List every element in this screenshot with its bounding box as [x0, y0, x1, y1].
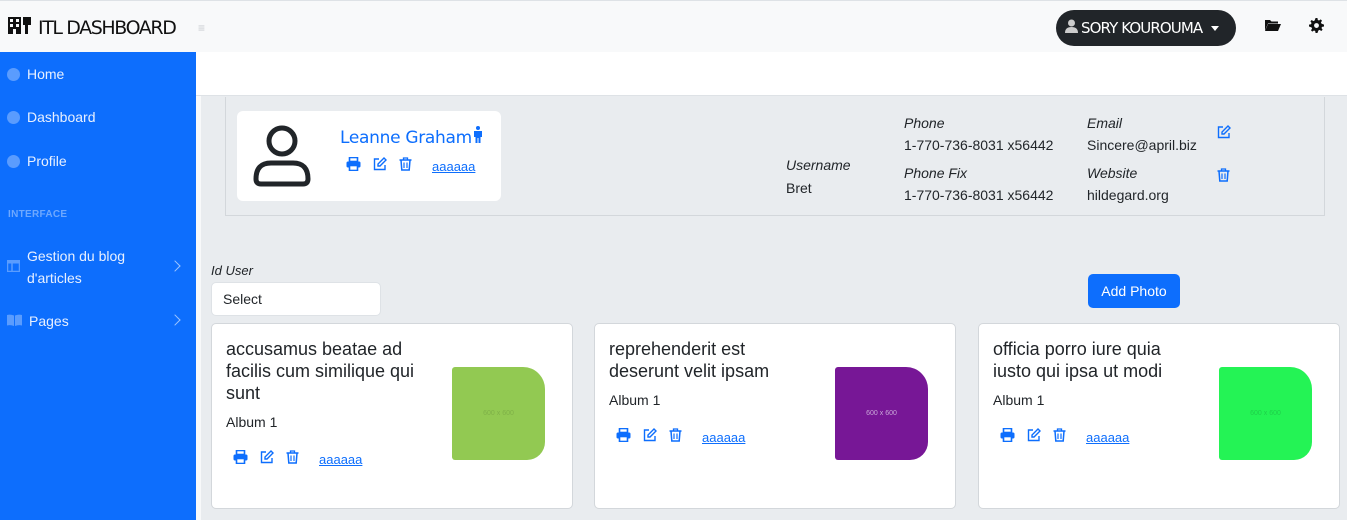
card-title: accusamus beatae ad facilis cum similiqu…: [226, 339, 415, 403]
print-icon[interactable]: [1000, 427, 1015, 447]
sidebar: Home Dashboard Profile INTERFACE Gestion…: [0, 52, 196, 520]
sidebar-item-home[interactable]: Home: [7, 66, 64, 82]
chevron-right-icon: [169, 260, 181, 272]
username-label: Username: [786, 157, 851, 173]
content-border: [196, 96, 201, 520]
user-name: SORY KOUROUMA: [1081, 19, 1203, 37]
trash-icon[interactable]: [1217, 168, 1230, 187]
card-album: Album 1: [993, 392, 1045, 408]
add-photo-button[interactable]: Add Photo: [1088, 274, 1180, 308]
print-icon[interactable]: [233, 449, 248, 469]
user-menu-button[interactable]: SORY KOUROUMA: [1056, 10, 1236, 46]
edit-icon[interactable]: [643, 428, 657, 447]
card-actions: aaaaaa: [233, 449, 362, 469]
gauge-icon: [7, 67, 20, 81]
sidebar-item-label: Pages: [29, 313, 69, 329]
print-icon[interactable]: [616, 427, 631, 447]
folder-open-icon[interactable]: [1264, 18, 1281, 37]
building-icon: [8, 16, 32, 39]
person-icon: [473, 126, 483, 148]
photo-thumbnail[interactable]: 600 x 600: [835, 367, 928, 460]
trash-icon[interactable]: [399, 157, 412, 176]
card-actions: aaaaaa: [1000, 427, 1129, 447]
top-navbar: ITL DASHBOARD ≡ SORY KOUROUMA: [0, 0, 1347, 52]
sidebar-heading: INTERFACE: [8, 209, 68, 220]
chevron-right-icon: [169, 314, 181, 326]
username-value: Bret: [786, 180, 812, 196]
card-link[interactable]: aaaaaa: [702, 430, 745, 445]
phone-fix-label: Phone Fix: [904, 165, 968, 181]
profile-name: Leanne Graham: [340, 126, 483, 148]
profile-card: [237, 111, 501, 201]
gear-icon[interactable]: [1309, 18, 1324, 38]
columns-icon: [6, 256, 21, 278]
sidebar-item-blog[interactable]: Gestion du blog d'articles: [6, 245, 187, 289]
sidebar-item-profile[interactable]: Profile: [7, 153, 67, 169]
card-title: reprehenderit est deserunt velit ipsam: [609, 339, 770, 381]
book-open-icon: [7, 310, 22, 332]
gauge-icon: [7, 154, 20, 168]
trash-icon[interactable]: [1053, 428, 1066, 447]
sidebar-item-label: Dashboard: [27, 109, 96, 125]
phone-fix-value: 1-770-736-8031 x56442: [904, 187, 1054, 203]
card-actions: aaaaaa: [616, 427, 745, 447]
print-icon[interactable]: [346, 156, 361, 176]
gauge-icon: [7, 110, 20, 124]
sidebar-item-dashboard[interactable]: Dashboard: [7, 109, 96, 125]
card-album: Album 1: [609, 392, 661, 408]
photo-thumbnail[interactable]: 600 x 600: [1219, 367, 1312, 460]
user-avatar-icon: [249, 123, 315, 194]
card-link[interactable]: aaaaaa: [1086, 430, 1129, 445]
profile-link[interactable]: aaaaaa: [432, 159, 475, 174]
edit-icon[interactable]: [1027, 428, 1041, 447]
profile-actions: aaaaaa: [346, 156, 475, 176]
app-title: ITL DASHBOARD: [38, 16, 177, 39]
trash-icon[interactable]: [286, 450, 299, 469]
caret-down-icon: [1211, 25, 1220, 31]
edit-icon[interactable]: [373, 157, 387, 176]
id-user-label: Id User: [211, 263, 253, 278]
photo-card: accusamus beatae ad facilis cum similiqu…: [211, 323, 573, 509]
user-icon: [1065, 19, 1078, 38]
card-album: Album 1: [226, 414, 278, 430]
sidebar-item-label-line2: d'articles: [27, 270, 82, 286]
sidebar-item-label: Profile: [27, 153, 67, 169]
trash-icon[interactable]: [669, 428, 682, 447]
photo-card: officia porro iure quia iusto qui ipsa u…: [978, 323, 1340, 509]
photo-thumbnail[interactable]: 600 x 600: [452, 367, 545, 460]
sidebar-item-pages[interactable]: Pages: [7, 310, 187, 332]
thumbnail-text: 600 x 600: [483, 410, 514, 417]
sidebar-toggle-icon[interactable]: ≡: [198, 21, 205, 35]
card-link[interactable]: aaaaaa: [319, 452, 362, 467]
card-title: officia porro iure quia iusto qui ipsa u…: [993, 339, 1163, 381]
photo-card: reprehenderit est deserunt velit ipsam A…: [594, 323, 956, 509]
id-user-select[interactable]: Select: [211, 282, 381, 316]
email-label: Email: [1087, 115, 1123, 131]
edit-icon[interactable]: [1217, 125, 1231, 144]
sidebar-item-label: Home: [27, 66, 65, 82]
sidebar-item-label: Gestion du blog: [27, 248, 126, 264]
brand[interactable]: ITL DASHBOARD: [8, 16, 177, 39]
phone-value: 1-770-736-8031 x56442: [904, 137, 1054, 153]
edit-icon[interactable]: [260, 450, 274, 469]
thumbnail-text: 600 x 600: [1250, 410, 1281, 417]
thumbnail-text: 600 x 600: [866, 410, 897, 417]
website-value: hildegard.org: [1087, 187, 1169, 203]
phone-label: Phone: [904, 115, 945, 131]
email-value: Sincere@april.biz: [1087, 137, 1197, 153]
website-label: Website: [1087, 165, 1138, 181]
content-header: [196, 52, 1347, 96]
